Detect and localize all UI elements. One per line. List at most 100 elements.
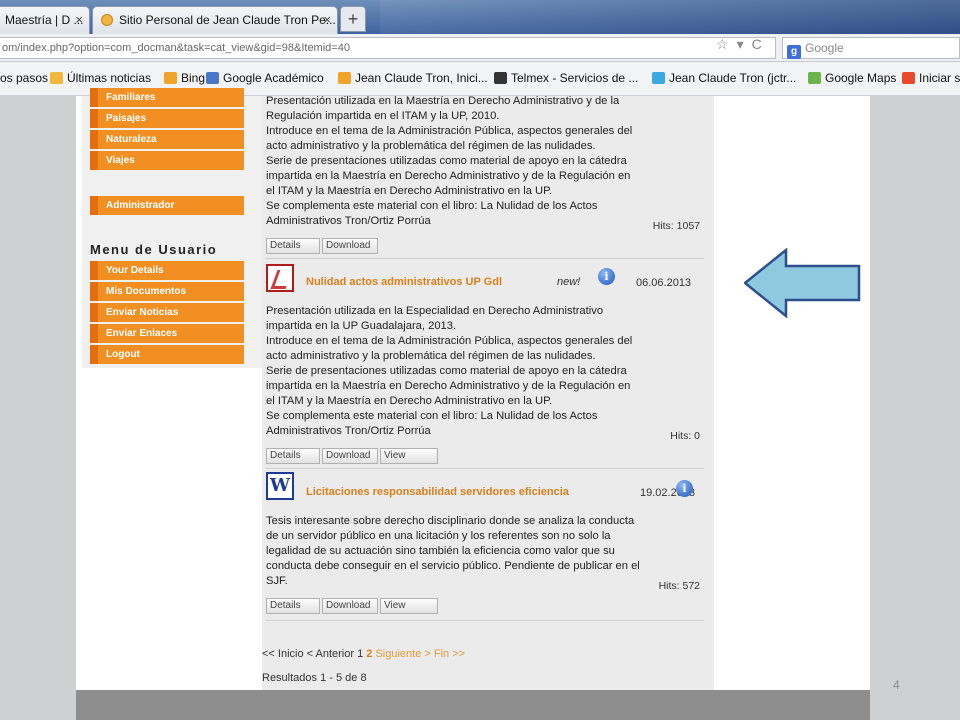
bookmark-favicon-icon — [206, 72, 219, 84]
menu-item-enviar-enlaces[interactable]: Enviar Enlaces — [90, 324, 244, 343]
pagination-next-links[interactable]: Siguiente > Fin >> — [372, 648, 465, 660]
view-button[interactable]: View — [380, 448, 438, 464]
menu-item-paisajes[interactable]: Paisajes — [90, 109, 244, 128]
document-description: Presentación utilizada en la Especialida… — [266, 304, 698, 439]
hits-count: Hits: 1057 — [652, 220, 700, 232]
pagination-prev-links[interactable]: << Inicio < Anterior 1 — [262, 648, 366, 660]
bookmark-item[interactable]: Telmex - Servicios de ... — [494, 71, 638, 85]
description-line: Administrativos Tron/Ortiz Porrúa — [266, 425, 431, 437]
bookmark-item[interactable]: Iniciar s — [902, 71, 960, 85]
description-line: conducta debe conseguir en el servicio p… — [266, 560, 640, 572]
description-line: el ITAM y la Maestría en Derecho Adminis… — [266, 185, 553, 197]
hits-count: Hits: 0 — [670, 430, 700, 442]
description-line: el ITAM y la Maestría en Derecho Adminis… — [266, 395, 553, 407]
bookmark-favicon-icon — [164, 72, 177, 84]
bookmark-favicon-icon — [494, 72, 507, 84]
bookmark-favicon-icon — [652, 72, 665, 84]
description-line: Administrativos Tron/Ortiz Porrúa — [266, 215, 431, 227]
bookmark-label: Bing — [181, 71, 206, 85]
bookmark-label: Jean Claude Tron, Inici... — [355, 71, 488, 85]
close-tab-icon[interactable]: × — [323, 7, 331, 33]
bookmark-label: os pasos — [0, 71, 49, 85]
description-line: SJF. — [266, 575, 288, 587]
web-page: Familiares Paisajes Naturaleza Viajes Ad… — [76, 88, 870, 690]
description-line: Serie de presentaciones utilizadas como … — [266, 365, 627, 377]
tab-label: Sitio Personal de Jean Claude Tron Pe... — [119, 13, 336, 27]
details-button[interactable]: Details — [266, 448, 320, 464]
new-badge: new! — [557, 276, 581, 288]
search-placeholder: Google — [805, 41, 844, 55]
view-button[interactable]: View — [380, 598, 438, 614]
site-favicon-icon — [101, 14, 113, 26]
bookmark-label: Iniciar s — [919, 71, 960, 85]
bookmark-label: Google Académico — [223, 71, 324, 85]
bookmark-item[interactable]: Google Académico — [206, 71, 324, 85]
reload-icon[interactable]: C — [752, 36, 762, 52]
google-icon: g — [787, 45, 801, 59]
address-bar[interactable]: om/index.php?option=com_docman&task=cat_… — [0, 37, 776, 59]
document-title-link[interactable]: Licitaciones responsabilidad servidores … — [306, 486, 569, 498]
browser-tab-sitio-personal[interactable]: Sitio Personal de Jean Claude Tron Pe...… — [92, 6, 338, 34]
results-count: Resultados 1 - 5 de 8 — [262, 672, 367, 684]
document-description: Presentación utilizada en la Maestría en… — [266, 94, 698, 229]
dropdown-arrow-icon[interactable]: ▾ — [737, 36, 744, 52]
browser-tab-maestria[interactable]: Maestría | D ... × — [0, 6, 90, 34]
description-line: impartida en la Maestría en Derecho Admi… — [266, 170, 631, 182]
slide-number: 4 — [893, 678, 900, 692]
bookmark-label: Últimas noticias — [67, 71, 152, 85]
bookmark-item[interactable]: Últimas noticias — [50, 71, 151, 85]
bookmark-label: Telmex - Servicios de ... — [511, 71, 639, 85]
divider — [266, 258, 704, 259]
details-button[interactable]: Details — [266, 238, 320, 254]
menu-item-enviar-noticias[interactable]: Enviar Noticias — [90, 303, 244, 322]
menu-item-familiares[interactable]: Familiares — [90, 88, 244, 107]
menu-item-mis-documentos[interactable]: Mis Documentos — [90, 282, 244, 301]
document-title-link[interactable]: Nulidad actos administrativos UP Gdl — [306, 276, 502, 288]
description-line: Se complementa este material con el libr… — [266, 200, 598, 212]
description-line: impartida en la UP Guadalajara, 2013. — [266, 320, 457, 332]
description-line: Tesis interesante sobre derecho discipli… — [266, 515, 635, 527]
bookmark-item[interactable]: Google Maps — [808, 71, 896, 85]
bookmark-favicon-icon — [902, 72, 915, 84]
menu-item-naturaleza[interactable]: Naturaleza — [90, 130, 244, 149]
description-line: de un servidor público en una licitación… — [266, 530, 611, 542]
info-icon[interactable]: i — [598, 268, 615, 285]
description-line: Introduce en el tema de la Administració… — [266, 125, 633, 137]
bookmark-favicon-icon — [338, 72, 351, 84]
bookmark-favicon-icon — [808, 72, 821, 84]
document-description: Tesis interesante sobre derecho discipli… — [266, 514, 698, 589]
description-line: Presentación utilizada en la Maestría en… — [266, 95, 620, 107]
menu-item-viajes[interactable]: Viajes — [90, 151, 244, 170]
description-line: Introduce en el tema de la Administració… — [266, 335, 633, 347]
bookmark-star-icon[interactable]: ☆ — [716, 36, 729, 52]
download-button[interactable]: Download — [322, 238, 378, 254]
browser-tab-bar: Maestría | D ... × Sitio Personal de Jea… — [0, 0, 960, 34]
page-footer-bar — [76, 690, 870, 720]
hits-count: Hits: 572 — [658, 580, 700, 592]
document-list: Presentación utilizada en la Maestría en… — [262, 94, 714, 690]
description-line: legalidad de su actuación sino también l… — [266, 545, 615, 557]
navigation-bar: om/index.php?option=com_docman&task=cat_… — [0, 34, 960, 62]
bookmark-item[interactable]: Bing — [164, 71, 205, 85]
menu-item-administrador[interactable]: Administrador — [90, 196, 244, 215]
divider — [266, 468, 704, 469]
description-line: impartida en la Maestría en Derecho Admi… — [266, 380, 631, 392]
divider — [266, 620, 704, 621]
new-tab-button[interactable]: + — [340, 6, 366, 32]
bookmark-item[interactable]: Jean Claude Tron, Inici... — [338, 71, 488, 85]
info-icon[interactable]: i — [676, 480, 693, 497]
user-menu-title: Menu de Usuario — [90, 242, 218, 257]
download-button[interactable]: Download — [322, 448, 378, 464]
pagination: << Inicio < Anterior 1 2 Siguiente > Fin… — [262, 648, 465, 660]
menu-item-your-details[interactable]: Your Details — [90, 261, 244, 280]
details-button[interactable]: Details — [266, 598, 320, 614]
menu-item-logout[interactable]: Logout — [90, 345, 244, 364]
search-input[interactable]: g Google — [782, 37, 960, 59]
bookmark-item[interactable]: os pasos — [0, 71, 48, 85]
bookmark-favicon-icon — [50, 72, 63, 84]
download-button[interactable]: Download — [322, 598, 378, 614]
description-line: Serie de presentaciones utilizadas como … — [266, 155, 627, 167]
bookmark-item[interactable]: Jean Claude Tron (jctr... — [652, 71, 796, 85]
close-tab-icon[interactable]: × — [75, 7, 83, 33]
pdf-file-icon — [266, 264, 294, 292]
